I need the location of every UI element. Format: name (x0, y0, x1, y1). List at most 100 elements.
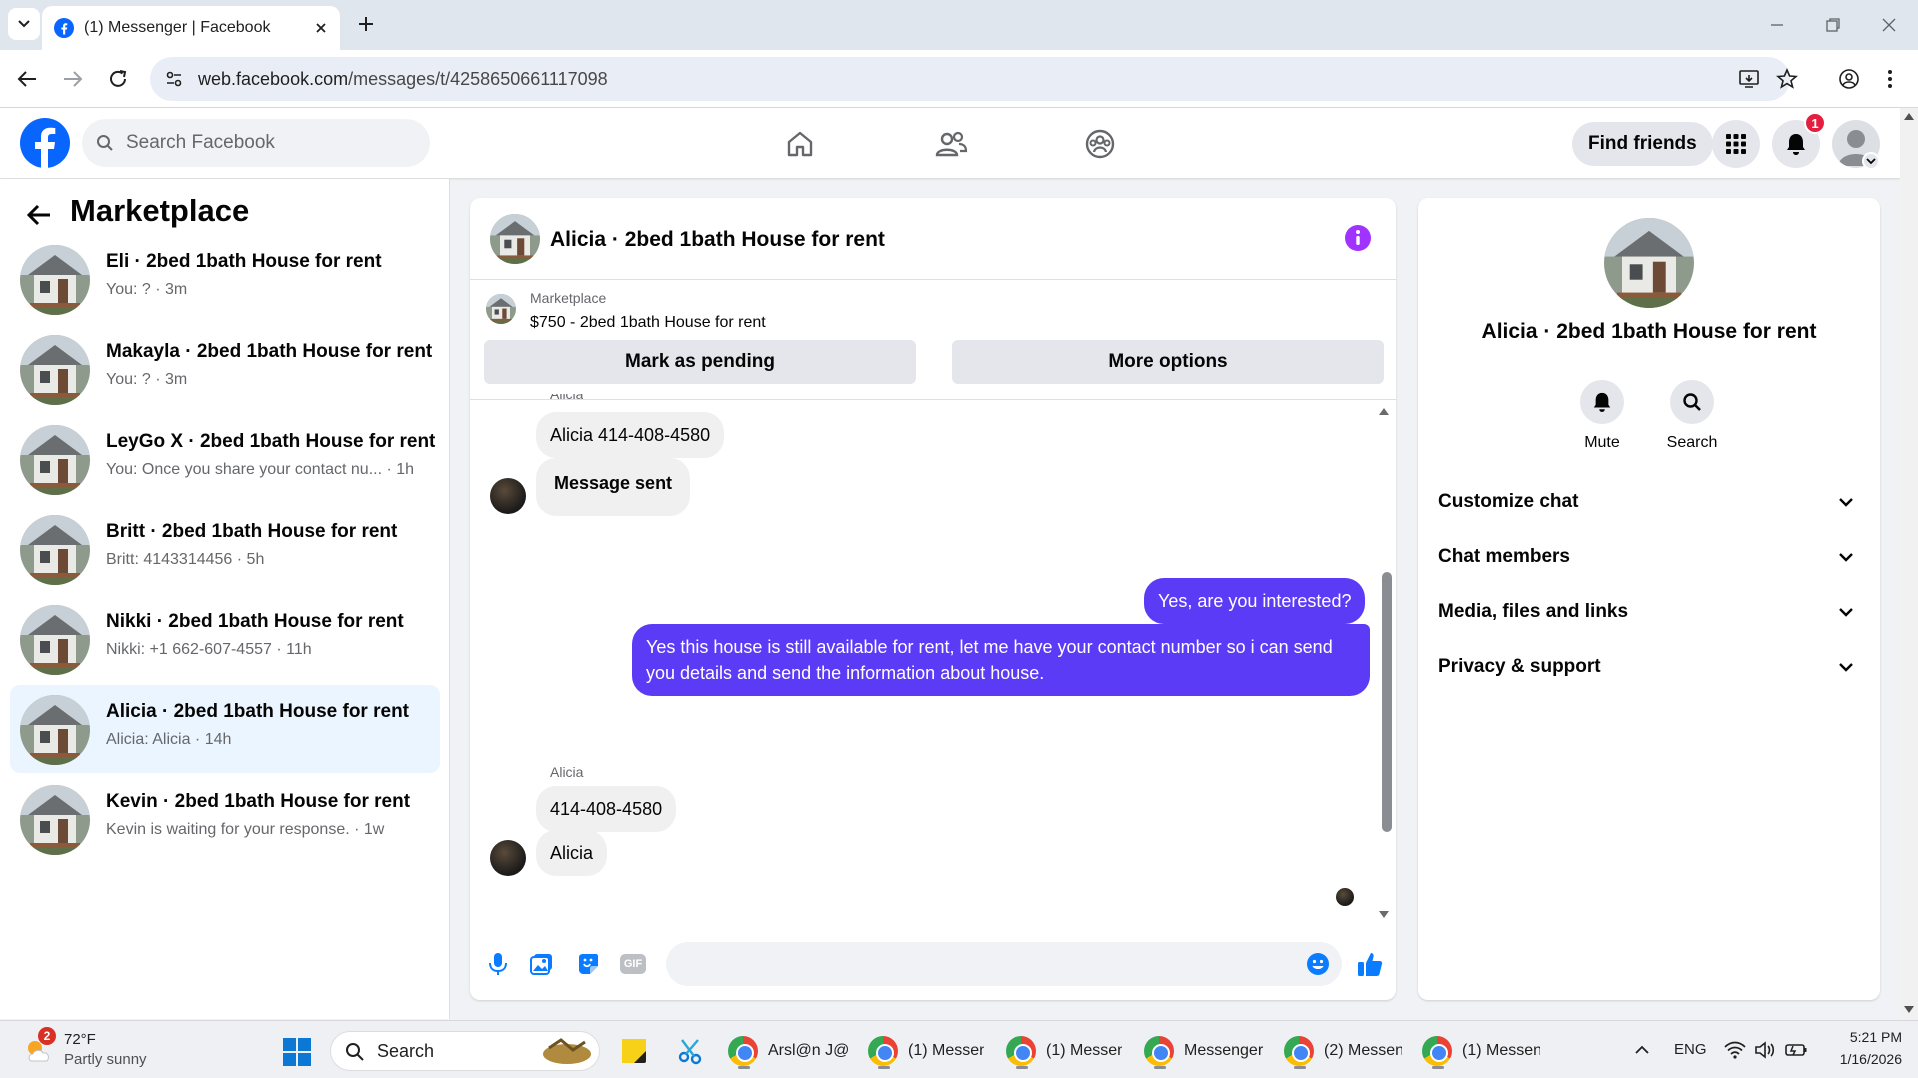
scroll-up-icon[interactable] (1378, 406, 1390, 416)
browser-menu-icon[interactable] (1886, 68, 1894, 90)
browser-tab-messenger[interactable]: (1) Messenger | Facebook (42, 6, 340, 50)
back-arrow-icon[interactable] (16, 69, 38, 89)
taskbar-chrome-app[interactable]: (1) Messeng (868, 1033, 984, 1069)
back-arrow-icon[interactable] (26, 203, 52, 227)
outgoing-message[interactable]: Yes this house is still available for re… (632, 624, 1370, 696)
taskbar-chrome-app[interactable]: (1) Messeng (1006, 1033, 1122, 1069)
media-files-links-section[interactable]: Media, files and links (1438, 590, 1862, 634)
microphone-icon[interactable] (488, 952, 508, 976)
clock-time[interactable]: 5:21 PM (1822, 1029, 1902, 1045)
sticky-notes-icon[interactable] (620, 1037, 648, 1065)
profile-icon[interactable] (1838, 68, 1860, 90)
chat-avatar[interactable] (490, 214, 540, 264)
conversation-preview: Alicia: Alicia · 14h (106, 731, 232, 748)
chat-title[interactable]: Alicia · 2bed 1bath House for rent (550, 228, 885, 252)
conversation-item[interactable]: Eli · 2bed 1bath House for rent You: ? ·… (10, 235, 440, 323)
chat-header: Alicia · 2bed 1bath House for rent (470, 198, 1396, 280)
windows-taskbar: 2 72°F Partly sunny Search Arsl@n J@ (1)… (0, 1020, 1918, 1078)
thumbs-up-icon[interactable] (1356, 950, 1384, 978)
outgoing-message[interactable]: Yes, are you interested? (1144, 578, 1366, 624)
listing-thumbnail (20, 695, 90, 765)
sender-avatar[interactable] (490, 478, 526, 514)
listing-thumbnail (486, 294, 516, 324)
scroll-down-icon[interactable] (1378, 910, 1390, 920)
listing-thumbnail (20, 785, 90, 855)
wifi-icon[interactable] (1724, 1041, 1746, 1059)
new-tab-plus-icon[interactable] (356, 14, 376, 34)
photo-icon[interactable] (530, 952, 554, 976)
friends-icon[interactable] (934, 128, 968, 160)
menu-button[interactable] (1712, 120, 1760, 168)
message-input[interactable] (666, 942, 1342, 986)
incoming-message[interactable]: 414-408-4580 (536, 786, 677, 832)
browser-tab-strip: (1) Messenger | Facebook (0, 0, 1918, 50)
conversation-item-active[interactable]: Alicia · 2bed 1bath House for rent Alici… (10, 685, 440, 773)
language-indicator[interactable]: ENG (1674, 1041, 1707, 1058)
browser-toolbar: web.facebook.com/messages/t/425865066111… (0, 50, 1918, 108)
incoming-message[interactable]: Alicia (536, 830, 608, 876)
clock-date[interactable]: 1/16/2026 (1822, 1051, 1902, 1067)
site-info-icon[interactable] (164, 69, 184, 89)
restore-icon[interactable] (1824, 16, 1842, 34)
address-bar[interactable]: web.facebook.com/messages/t/425865066111… (150, 57, 1798, 101)
taskbar-app-label: (1) Messeng (908, 1042, 984, 1059)
more-options-button[interactable]: More options (952, 340, 1384, 384)
section-label: Chat members (1438, 546, 1570, 567)
account-menu-toggle[interactable] (1862, 152, 1880, 170)
close-icon[interactable] (314, 21, 328, 35)
conversation-item[interactable]: LeyGo X · 2bed 1bath House for rent You:… (10, 415, 440, 503)
install-app-icon[interactable] (1738, 69, 1760, 89)
window-close-icon[interactable] (1880, 16, 1898, 34)
facebook-search-input[interactable]: Search Facebook (82, 119, 430, 167)
find-friends-button[interactable]: Find friends (1572, 122, 1713, 166)
chevron-up-icon[interactable] (1634, 1045, 1650, 1055)
bookmark-star-icon[interactable] (1776, 68, 1798, 90)
taskbar-chrome-app[interactable]: (1) Messeng (1422, 1033, 1540, 1069)
facebook-logo-icon[interactable] (20, 118, 70, 168)
listing-title[interactable]: $750 - 2bed 1bath House for rent (530, 314, 766, 332)
mute-button[interactable]: Mute (1562, 380, 1642, 452)
snipping-tool-icon[interactable] (676, 1037, 706, 1065)
conversation-item[interactable]: Makayla · 2bed 1bath House for rent You:… (10, 325, 440, 413)
forward-arrow-icon[interactable] (62, 69, 84, 89)
sticker-icon[interactable] (576, 952, 600, 976)
home-icon[interactable] (784, 128, 816, 160)
details-avatar[interactable] (1604, 218, 1694, 308)
conversation-item[interactable]: Nikki · 2bed 1bath House for rent Nikki:… (10, 595, 440, 683)
minimize-icon[interactable] (1768, 16, 1786, 34)
gif-button[interactable]: GIF (620, 954, 646, 974)
weather-temp: 72°F (64, 1031, 96, 1048)
reload-icon[interactable] (107, 68, 129, 90)
chat-members-section[interactable]: Chat members (1438, 535, 1862, 579)
taskbar-search-input[interactable]: Search (330, 1031, 600, 1071)
panel-title: Marketplace (70, 193, 250, 228)
taskbar-chrome-app[interactable]: (2) Messen (1284, 1033, 1402, 1069)
windows-start-icon[interactable] (282, 1037, 312, 1067)
sender-avatar[interactable] (490, 840, 526, 876)
incoming-message[interactable]: Alicia 414-408-4580 (536, 412, 725, 458)
weather-widget[interactable]: 2 72°F Partly sunny (20, 1027, 170, 1073)
privacy-support-section[interactable]: Privacy & support (1438, 645, 1862, 689)
conversation-item[interactable]: Britt · 2bed 1bath House for rent Britt:… (10, 505, 440, 593)
marketplace-conversations-panel: Marketplace Eli · 2bed 1bath House for r… (0, 179, 450, 1019)
search-conversation-button[interactable]: Search (1652, 380, 1732, 452)
mark-as-pending-button[interactable]: Mark as pending (484, 340, 916, 384)
info-icon[interactable] (1344, 224, 1372, 252)
emoji-icon[interactable] (1306, 952, 1330, 976)
groups-icon[interactable] (1084, 128, 1116, 160)
chat-scrollbar-thumb[interactable] (1382, 572, 1392, 832)
facebook-header: Search Facebook Find friends 1 (0, 108, 1900, 178)
customize-chat-section[interactable]: Customize chat (1438, 480, 1862, 524)
incoming-message[interactable]: Message sent (536, 458, 691, 516)
taskbar-chrome-app[interactable]: Messenger (1144, 1033, 1266, 1069)
search-icon (1683, 393, 1701, 411)
scroll-up-icon[interactable] (1904, 112, 1914, 120)
tab-search-button[interactable] (8, 8, 40, 40)
scroll-down-icon[interactable] (1904, 1006, 1914, 1014)
conversation-item[interactable]: Kevin · 2bed 1bath House for rent Kevin … (10, 775, 440, 863)
volume-icon[interactable] (1754, 1041, 1776, 1059)
chat-details-panel: Alicia · 2bed 1bath House for rent Mute … (1418, 198, 1880, 1000)
page-scrollbar[interactable] (1900, 108, 1918, 1020)
taskbar-chrome-app[interactable]: Arsl@n J@ (728, 1033, 850, 1069)
battery-icon[interactable] (1784, 1041, 1808, 1059)
